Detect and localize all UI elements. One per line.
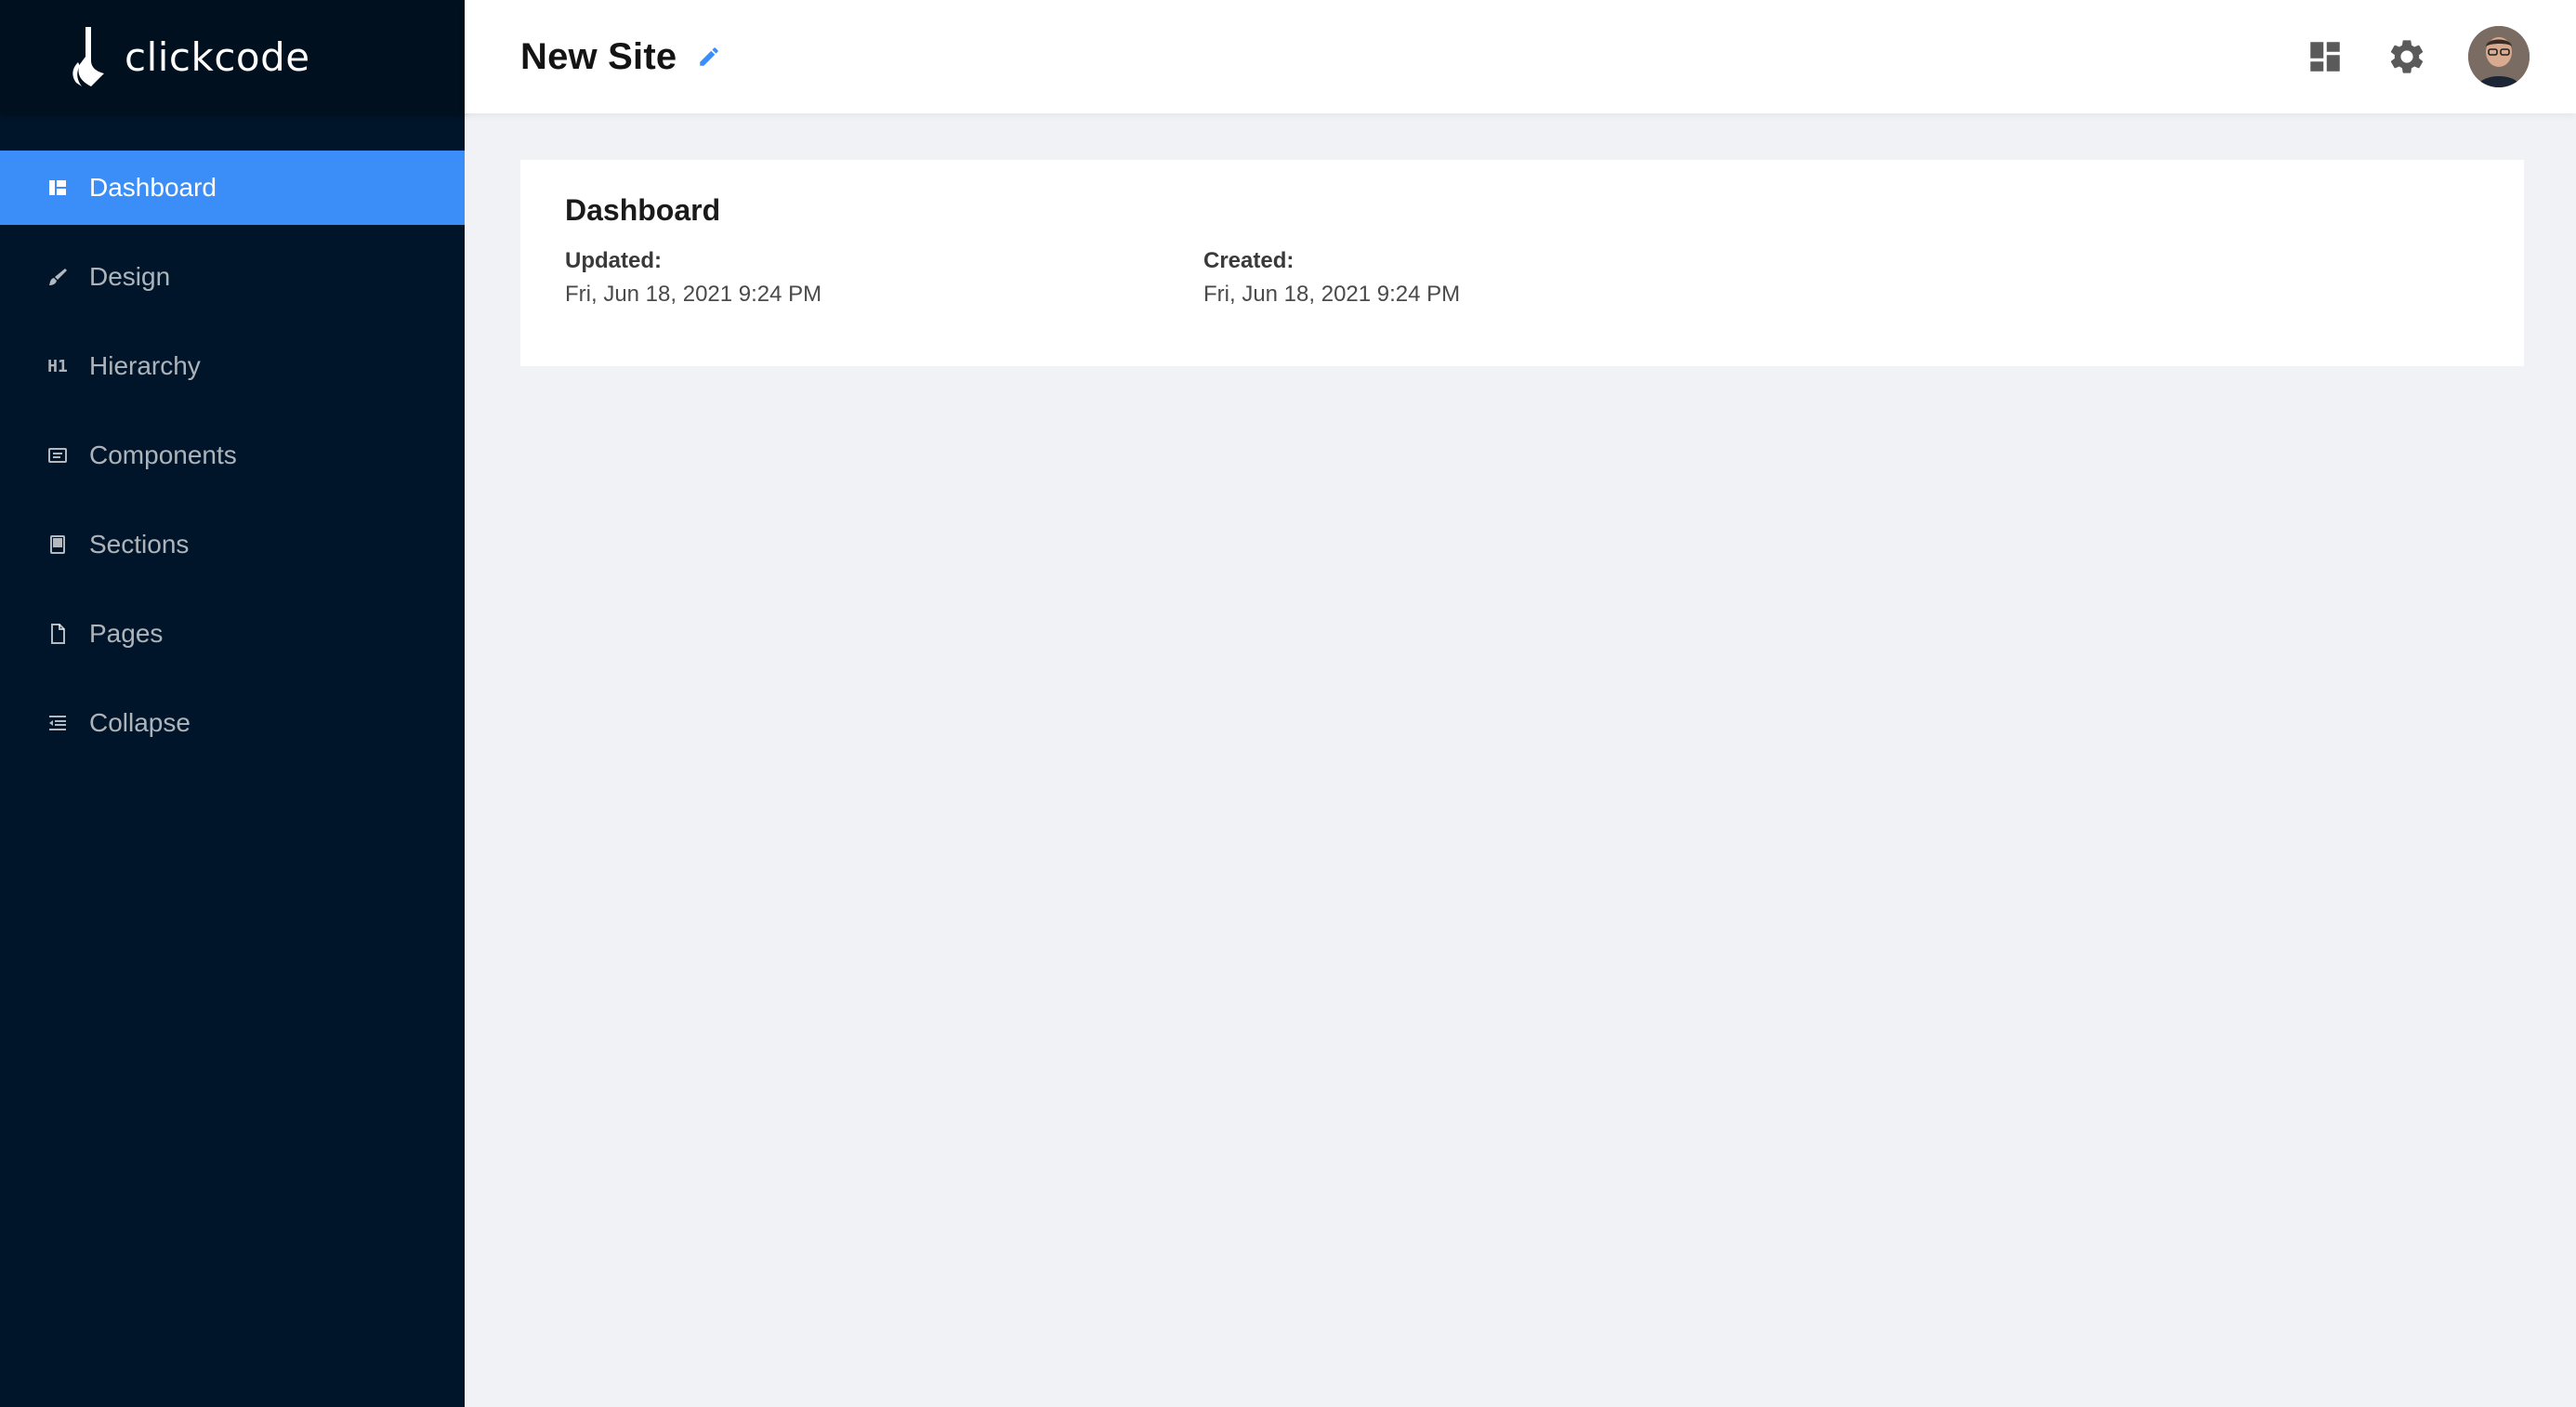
sections-icon (46, 533, 69, 556)
sidebar-item-dashboard[interactable]: Dashboard (0, 151, 465, 225)
sidebar-menu: Dashboard Design H1 Hierarchy Components (0, 151, 465, 760)
dashboard-card: Dashboard Updated: Fri, Jun 18, 2021 9:2… (520, 160, 2524, 366)
page-icon (46, 623, 69, 645)
sidebar-item-label: Pages (89, 619, 164, 648)
collapse-icon (46, 712, 69, 734)
sidebar-item-collapse[interactable]: Collapse (0, 686, 465, 760)
avatar[interactable] (2468, 26, 2530, 87)
sidebar-item-pages[interactable]: Pages (0, 597, 465, 671)
created-info: Created: Fri, Jun 18, 2021 9:24 PM (1203, 248, 1842, 308)
sidebar-item-label: Sections (89, 530, 190, 559)
sidebar-item-label: Design (89, 262, 171, 291)
layout-icon[interactable] (2305, 36, 2346, 77)
sidebar-item-hierarchy[interactable]: H1 Hierarchy (0, 329, 465, 403)
edit-icon[interactable] (697, 45, 721, 69)
updated-info: Updated: Fri, Jun 18, 2021 9:24 PM (565, 248, 1203, 308)
brush-icon (46, 266, 69, 288)
sidebar-item-label: Collapse (89, 708, 191, 737)
top-header: New Site (465, 0, 2576, 113)
main-area: New Site Dashboard Updated: Fri, Jun 18,… (465, 0, 2576, 1407)
sidebar-item-design[interactable]: Design (0, 240, 465, 314)
sidebar-item-components[interactable]: Components (0, 418, 465, 493)
header-actions (2305, 26, 2530, 87)
dashboard-icon (46, 177, 69, 199)
card-title: Dashboard (565, 193, 721, 227)
brand-name: clickcode (125, 33, 310, 80)
sidebar: clickcode Dashboard Design H1 Hierarchy (0, 0, 465, 1407)
sidebar-item-label: Components (89, 441, 237, 469)
content-area: Dashboard Updated: Fri, Jun 18, 2021 9:2… (465, 113, 2576, 366)
created-label: Created: (1203, 248, 1295, 273)
meta-row: Updated: Fri, Jun 18, 2021 9:24 PM Creat… (565, 248, 2479, 308)
updated-value: Fri, Jun 18, 2021 9:24 PM (565, 282, 822, 307)
gear-icon[interactable] (2386, 36, 2427, 77)
logo-icon (72, 27, 104, 86)
sidebar-item-sections[interactable]: Sections (0, 507, 465, 582)
app-window: clickcode Dashboard Design H1 Hierarchy (0, 0, 2576, 1407)
page-title: New Site (520, 35, 677, 77)
logo[interactable]: clickcode (0, 0, 465, 113)
components-icon (46, 444, 69, 467)
h1-glyph: H1 (47, 356, 68, 376)
sidebar-item-label: Dashboard (89, 173, 217, 202)
h1-icon: H1 (46, 355, 69, 377)
sidebar-item-label: Hierarchy (89, 351, 201, 380)
created-value: Fri, Jun 18, 2021 9:24 PM (1203, 282, 1461, 307)
updated-label: Updated: (565, 248, 662, 273)
